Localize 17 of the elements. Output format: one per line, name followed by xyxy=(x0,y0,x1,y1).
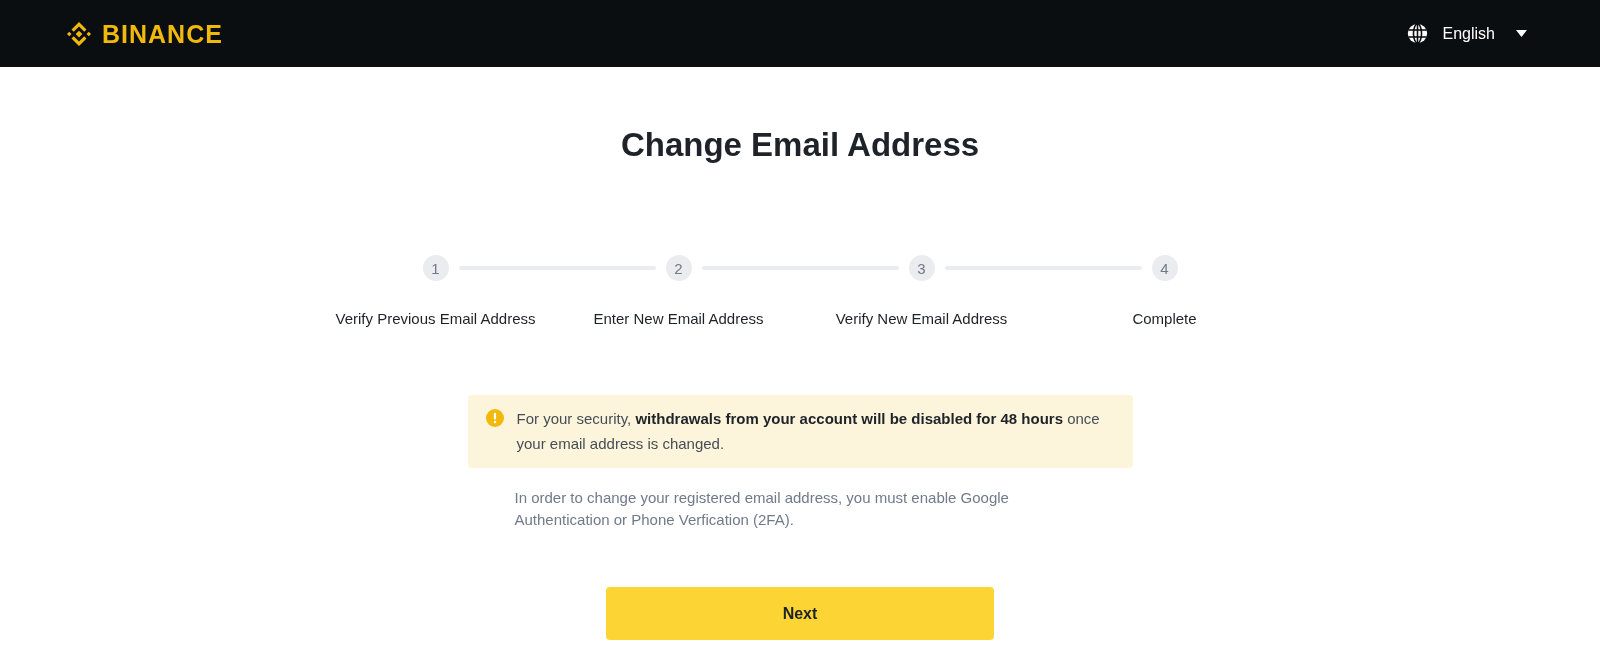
language-selector[interactable]: English xyxy=(1442,23,1527,44)
step-label: Enter New Email Address xyxy=(593,309,764,329)
step-label: Verify New Email Address xyxy=(835,309,1008,329)
warning-text: For your security, withdrawals from your account will be disabled for 48 hours once your email address is changed. xyxy=(516,409,1101,454)
info-text: In order to change your registered email address, you must enable Google Authentication or Phone Verfication (2FA). xyxy=(513,488,1010,530)
step-number: 3 xyxy=(908,255,935,281)
step-label: Verify Previous Email Address xyxy=(335,309,536,329)
globe-icon xyxy=(1406,23,1428,44)
step-number: 4 xyxy=(1151,255,1178,281)
next-button[interactable]: Next xyxy=(606,587,994,640)
page-title: Change Email Address xyxy=(620,125,980,165)
step-number: 1 xyxy=(422,255,449,281)
logo-text: BINANCE xyxy=(102,18,223,49)
caret-icon xyxy=(1516,30,1527,37)
warning-icon xyxy=(485,409,504,427)
step-label: Complete xyxy=(1132,309,1197,329)
step-number: 2 xyxy=(665,255,692,281)
